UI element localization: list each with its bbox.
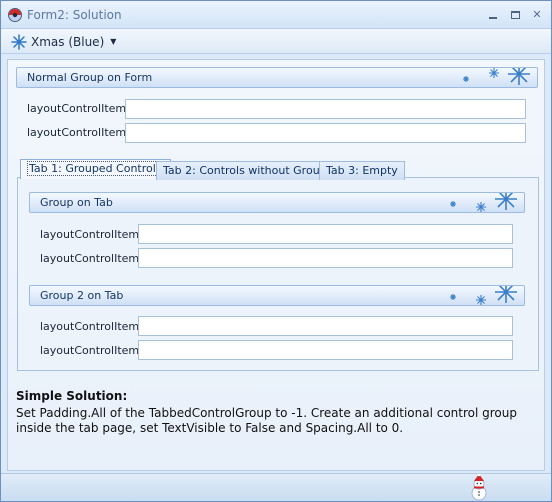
group-header-on-tab-2: Group 2 on Tab [29, 285, 525, 306]
tab-label-1: Tab 1: Grouped Controls [27, 161, 164, 176]
group-header-normal: Normal Group on Form [16, 67, 538, 88]
tab-empty[interactable]: Tab 3: Empty [319, 161, 405, 180]
minimize-icon[interactable] [485, 7, 501, 22]
text-input-4[interactable] [138, 248, 513, 268]
window-title: Form2: Solution [27, 8, 122, 22]
menu-bar: Xmas (Blue) ▼ [1, 29, 551, 54]
tab-grouped-controls[interactable]: Tab 1: Grouped Controls [20, 159, 171, 179]
field-label-4: layoutControlItem4 [40, 252, 147, 265]
text-input-3[interactable] [138, 224, 513, 244]
snowflake-icon [11, 33, 27, 50]
solution-title: Simple Solution: [16, 389, 128, 403]
title-bar[interactable]: Form2: Solution ✕ [1, 1, 551, 29]
skin-label: Xmas (Blue) [31, 34, 105, 49]
tab-controls-without-group[interactable]: Tab 2: Controls without Group [156, 161, 334, 180]
field-label-3: layoutControlItem3 [40, 228, 147, 241]
snowflake-icon [450, 286, 517, 305]
chevron-down-icon: ▼ [110, 37, 117, 46]
group-caption-on-tab-2: Group 2 on Tab [40, 289, 124, 302]
solution-text: Set Padding.All of the TabbedControlGrou… [16, 406, 517, 435]
field-label-6: layoutControlItem6 [40, 344, 147, 357]
tab-label-2: Tab 2: Controls without Group [163, 164, 327, 177]
close-icon[interactable]: ✕ [529, 7, 545, 22]
main-window: Form2: Solution ✕ Xmas (Blue) ▼ Normal G… [0, 0, 552, 502]
text-input-1[interactable] [125, 99, 526, 119]
group-caption-normal: Normal Group on Form [27, 71, 153, 84]
snowflake-icon [450, 193, 517, 212]
snowflake-icon [463, 68, 530, 85]
text-input-5[interactable] [138, 316, 513, 336]
skin-dropdown[interactable]: Xmas (Blue) ▼ [11, 33, 116, 50]
maximize-icon[interactable] [507, 7, 523, 22]
tab-label-3: Tab 3: Empty [326, 164, 398, 177]
text-input-6[interactable] [138, 340, 513, 360]
field-label-2: layoutControlItem2 [27, 126, 134, 139]
app-logo-icon [8, 8, 22, 22]
group-header-on-tab: Group on Tab [29, 192, 525, 213]
snowman-icon [471, 474, 487, 501]
field-label-1: layoutControlItem1 [27, 102, 134, 115]
group-caption-on-tab: Group on Tab [40, 196, 113, 209]
text-input-2[interactable] [125, 123, 526, 143]
field-label-5: layoutControlItem5 [40, 320, 147, 333]
